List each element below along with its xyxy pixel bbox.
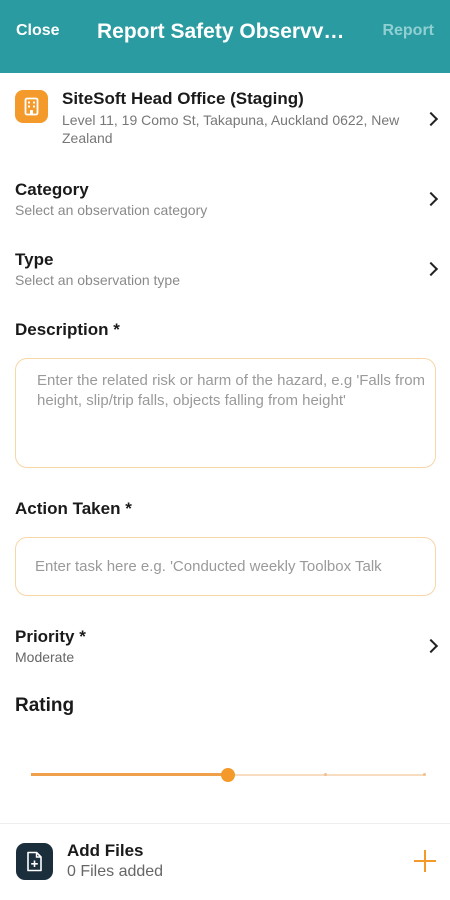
slider-tick — [422, 773, 426, 776]
rating-label: Rating — [15, 695, 75, 716]
action-taken-label: Action Taken * — [15, 499, 132, 518]
chevron-right-icon — [423, 191, 439, 207]
priority-selector[interactable]: Priority * Moderate — [0, 627, 450, 677]
site-address: Level 11, 19 Como St, Takapuna, Auckland… — [62, 112, 400, 146]
rating-slider[interactable] — [31, 764, 426, 786]
description-field[interactable] — [16, 359, 435, 467]
footer-divider — [0, 823, 450, 824]
chevron-right-icon — [423, 638, 439, 654]
close-button[interactable]: Close — [16, 22, 60, 40]
building-icon — [15, 90, 48, 123]
category-label: Category — [15, 180, 89, 199]
action-taken-field[interactable] — [16, 538, 435, 595]
description-label: Description * — [15, 320, 120, 339]
add-files-row[interactable]: Add Files 0 Files added — [0, 826, 450, 900]
report-button[interactable]: Report — [382, 22, 434, 40]
type-placeholder: Select an observation type — [15, 272, 180, 288]
category-selector[interactable]: Category Select an observation category — [0, 180, 450, 230]
document-icon — [16, 843, 53, 880]
slider-thumb[interactable] — [220, 768, 235, 782]
action-taken-field-box — [15, 537, 436, 596]
files-count: 0 Files added — [67, 863, 164, 880]
type-label: Type — [15, 250, 54, 269]
chevron-right-icon — [423, 261, 439, 277]
slider-track-fill — [31, 773, 228, 776]
chevron-right-icon — [423, 111, 439, 127]
site-name: SiteSoft Head Office (Staging) — [62, 89, 304, 108]
description-field-box — [15, 358, 436, 468]
category-placeholder: Select an observation category — [15, 202, 208, 218]
type-selector[interactable]: Type Select an observation type — [0, 250, 450, 300]
page-title: Report Safety Observv… — [97, 20, 345, 43]
app-header: Close Report Safety Observv… Report — [0, 0, 450, 73]
priority-label: Priority * — [15, 627, 86, 646]
add-files-title: Add Files — [67, 841, 144, 860]
plus-icon[interactable] — [414, 850, 436, 872]
site-selector[interactable]: SiteSoft Head Office (Staging) Level 11,… — [0, 80, 450, 160]
priority-value: Moderate — [15, 649, 75, 665]
